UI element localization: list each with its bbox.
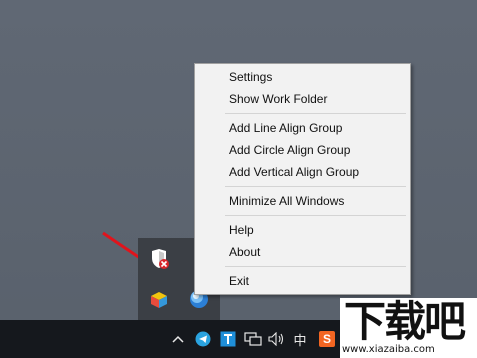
sogou-input-icon[interactable]: S [316, 320, 338, 358]
menu-item-show-work-folder[interactable]: Show Work Folder [229, 89, 327, 109]
watermark-url: www.xiazaiba.com [342, 344, 435, 355]
watermark-text: 下载吧 [344, 297, 466, 346]
menu-item-settings[interactable]: Settings [229, 67, 272, 87]
menu-item-exit[interactable]: Exit [229, 271, 249, 291]
sogou-label: S [319, 331, 335, 347]
telegram-icon[interactable] [192, 320, 214, 358]
menu-item-add-line-align-group[interactable]: Add Line Align Group [229, 118, 342, 138]
menu-item-add-circle-align-group[interactable]: Add Circle Align Group [229, 140, 350, 160]
show-hidden-icons-chevron[interactable] [170, 320, 186, 358]
volume-icon[interactable] [266, 320, 288, 358]
menu-item-add-vertical-align-group[interactable]: Add Vertical Align Group [229, 162, 359, 182]
context-menu: Settings Show Work Folder Add Line Align… [194, 63, 411, 295]
t-app-icon[interactable] [217, 320, 239, 358]
cube-app-icon[interactable] [148, 289, 170, 311]
menu-item-minimize-all-windows[interactable]: Minimize All Windows [229, 191, 344, 211]
defender-warning-icon[interactable] [148, 248, 170, 270]
network-icon[interactable] [242, 320, 264, 358]
watermark-logo: 下载吧 www.xiazaiba.com [340, 298, 477, 358]
menu-separator [225, 215, 406, 216]
menu-item-about[interactable]: About [229, 242, 260, 262]
ime-indicator[interactable]: 中 [290, 320, 310, 358]
menu-separator [225, 186, 406, 187]
menu-separator [225, 113, 406, 114]
menu-separator [225, 266, 406, 267]
menu-item-help[interactable]: Help [229, 220, 254, 240]
